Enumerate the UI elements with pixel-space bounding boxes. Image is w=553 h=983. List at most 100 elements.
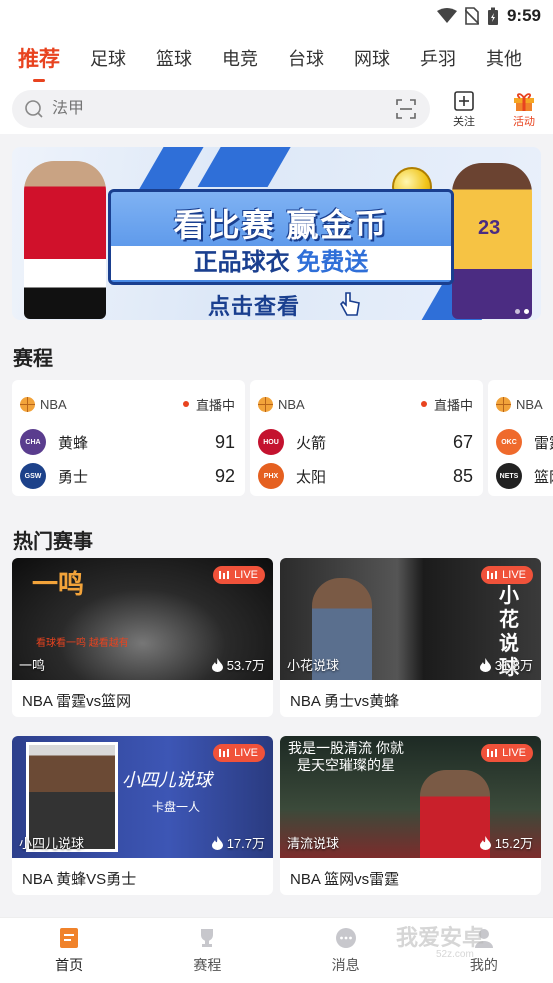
match-card[interactable]: NBA 直播中 HOU 火箭 67 PHX 太阳 85: [250, 380, 483, 496]
nav-home[interactable]: 首页: [0, 918, 138, 983]
watermark-text: 我爱安卓: [396, 925, 485, 950]
thunder-logo-icon: OKC: [496, 429, 522, 455]
basketball-icon: [496, 396, 511, 412]
schedule-carousel[interactable]: NBA 直播中 CHA 黄蜂 91 GSW 勇士 92 NBA 直播中 HOU 火箭 67 PH…: [12, 380, 553, 496]
follow-button[interactable]: 关注: [438, 90, 490, 129]
flame-icon: [211, 835, 223, 850]
carousel-indicator: [515, 309, 529, 314]
live-bars-icon: [487, 749, 498, 757]
category-tabs: 推荐 足球 篮球 电竞 台球 网球 乒羽 其他: [0, 32, 553, 84]
basketball-icon: [20, 396, 35, 412]
team-name: 火箭: [296, 434, 327, 452]
search-bar[interactable]: [12, 90, 430, 128]
flame-icon: [479, 835, 491, 850]
team-name: 篮网: [534, 468, 553, 486]
follow-label: 关注: [453, 115, 475, 128]
live-badge: LIVE: [213, 744, 265, 762]
live-label: LIVE: [234, 747, 258, 759]
event-title: NBA 雷霆vs篮网: [22, 693, 132, 710]
schedule-title: 赛程: [13, 348, 53, 370]
live-dot-icon: [420, 401, 427, 407]
viewer-count-value: 17.7万: [226, 836, 265, 851]
thumbnail-caption: 看球看一鸣 越看越有: [36, 638, 129, 649]
hand-pointer-icon: [340, 292, 360, 316]
status-bar: 9:59: [0, 0, 553, 32]
stream-thumbnail: 小四儿说球 卡盘一人 LIVE 小四儿说球 17.7万: [12, 736, 273, 858]
search-input[interactable]: [52, 100, 372, 118]
live-stream-card[interactable]: 一鸣 看球看一鸣 越看越有 LIVE 一鸣 53.7万 NBA 雷霆vs篮网: [12, 558, 273, 717]
nav-schedule-label: 赛程: [193, 957, 222, 973]
team-score: 85: [452, 465, 473, 486]
wifi-icon: [436, 8, 457, 23]
event-title: NBA 黄蜂VS勇士: [22, 871, 137, 888]
hot-events-title: 热门赛事: [13, 531, 93, 553]
live-stream-card[interactable]: 我是一股清流 你就是天空璀璨的星 LIVE 清流说球 15.2万 NBA 篮网v…: [280, 736, 541, 895]
suns-logo-icon: PHX: [258, 463, 284, 489]
search-row: 关注 活动: [0, 84, 553, 134]
rockets-logo-icon: HOU: [258, 429, 284, 455]
message-icon: [335, 928, 356, 948]
league-label: NBA: [40, 396, 67, 412]
banner-cta[interactable]: 点击查看: [208, 289, 300, 320]
live-bars-icon: [219, 571, 230, 579]
tab-recommend[interactable]: 推荐: [18, 43, 60, 82]
activity-label: 活动: [513, 115, 535, 128]
stream-thumbnail: 一鸣 看球看一鸣 越看越有 LIVE 一鸣 53.7万: [12, 558, 273, 680]
watermark-sub: 52z.com: [436, 949, 474, 960]
basketball-player-image: [452, 163, 532, 319]
live-badge: LIVE: [481, 744, 533, 762]
match-card[interactable]: NBA OKC 雷霆 NETS 篮网: [488, 380, 553, 496]
nav-home-label: 首页: [55, 957, 84, 973]
event-title: NBA 勇士vs黄蜂: [290, 693, 400, 710]
live-stream-card[interactable]: 小花说球 LIVE 小花说球 31.8万 NBA 勇士vs黄蜂: [280, 558, 541, 717]
live-bars-icon: [219, 749, 230, 757]
search-icon: [25, 100, 43, 118]
live-badge: LIVE: [481, 566, 533, 584]
tab-tennis[interactable]: 网球: [354, 45, 390, 71]
promo-banner[interactable]: 23 看比赛 赢金币 正品球衣 免费送 点击查看: [12, 147, 541, 320]
team-name: 勇士: [58, 468, 89, 486]
tab-table-tennis-badminton[interactable]: 乒羽: [420, 45, 456, 71]
tab-football[interactable]: 足球: [90, 45, 126, 71]
activity-button[interactable]: 活动: [498, 90, 550, 129]
live-stream-card[interactable]: 小四儿说球 卡盘一人 LIVE 小四儿说球 17.7万 NBA 黄蜂VS勇士: [12, 736, 273, 895]
banner-subtitle: 正品球衣 免费送: [111, 246, 451, 280]
thumbnail-overlay-text: 一鸣: [32, 569, 85, 599]
banner-subtitle-b: 免费送: [296, 249, 369, 276]
tab-billiards[interactable]: 台球: [288, 45, 324, 71]
team-name: 太阳: [296, 468, 327, 486]
flame-icon: [211, 657, 223, 672]
match-card[interactable]: NBA 直播中 CHA 黄蜂 91 GSW 勇士 92: [12, 380, 245, 496]
footballer-image: [24, 161, 106, 319]
nav-messages[interactable]: 消息: [277, 918, 415, 983]
stream-thumbnail: 小花说球 LIVE 小花说球 31.8万: [280, 558, 541, 680]
team-score: 67: [452, 431, 473, 452]
live-badge: LIVE: [213, 566, 265, 584]
scan-icon[interactable]: [396, 99, 416, 119]
viewer-count-value: 15.2万: [494, 836, 533, 851]
battery-charging-icon: [487, 7, 498, 25]
trophy-icon: [201, 929, 214, 947]
viewer-count: 15.2万: [479, 833, 533, 852]
event-title: NBA 篮网vs雷霆: [290, 871, 400, 888]
team-name: 黄蜂: [58, 434, 89, 452]
league-label: NBA: [278, 396, 305, 412]
watermark: 我爱安卓 52z.com: [396, 920, 484, 960]
live-label: LIVE: [234, 569, 258, 581]
tab-other[interactable]: 其他: [486, 45, 522, 71]
tab-basketball[interactable]: 篮球: [156, 45, 192, 71]
tab-esports[interactable]: 电竞: [222, 45, 258, 71]
thumbnail-overlay-text: 小四儿说球: [122, 770, 212, 790]
viewer-count: 31.8万: [479, 655, 533, 674]
gift-icon: [514, 92, 534, 111]
home-icon: [60, 928, 79, 948]
nav-schedule[interactable]: 赛程: [138, 918, 276, 983]
basketball-icon: [258, 396, 273, 412]
streamer-name: 一鸣: [19, 658, 46, 673]
team-name: 雷霆: [534, 434, 553, 452]
nav-messages-label: 消息: [331, 957, 360, 973]
viewer-count-value: 31.8万: [494, 658, 533, 673]
banner-subtitle-a: 正品球衣: [193, 249, 290, 276]
match-status: 直播中: [433, 397, 473, 413]
follow-icon: [454, 90, 474, 111]
